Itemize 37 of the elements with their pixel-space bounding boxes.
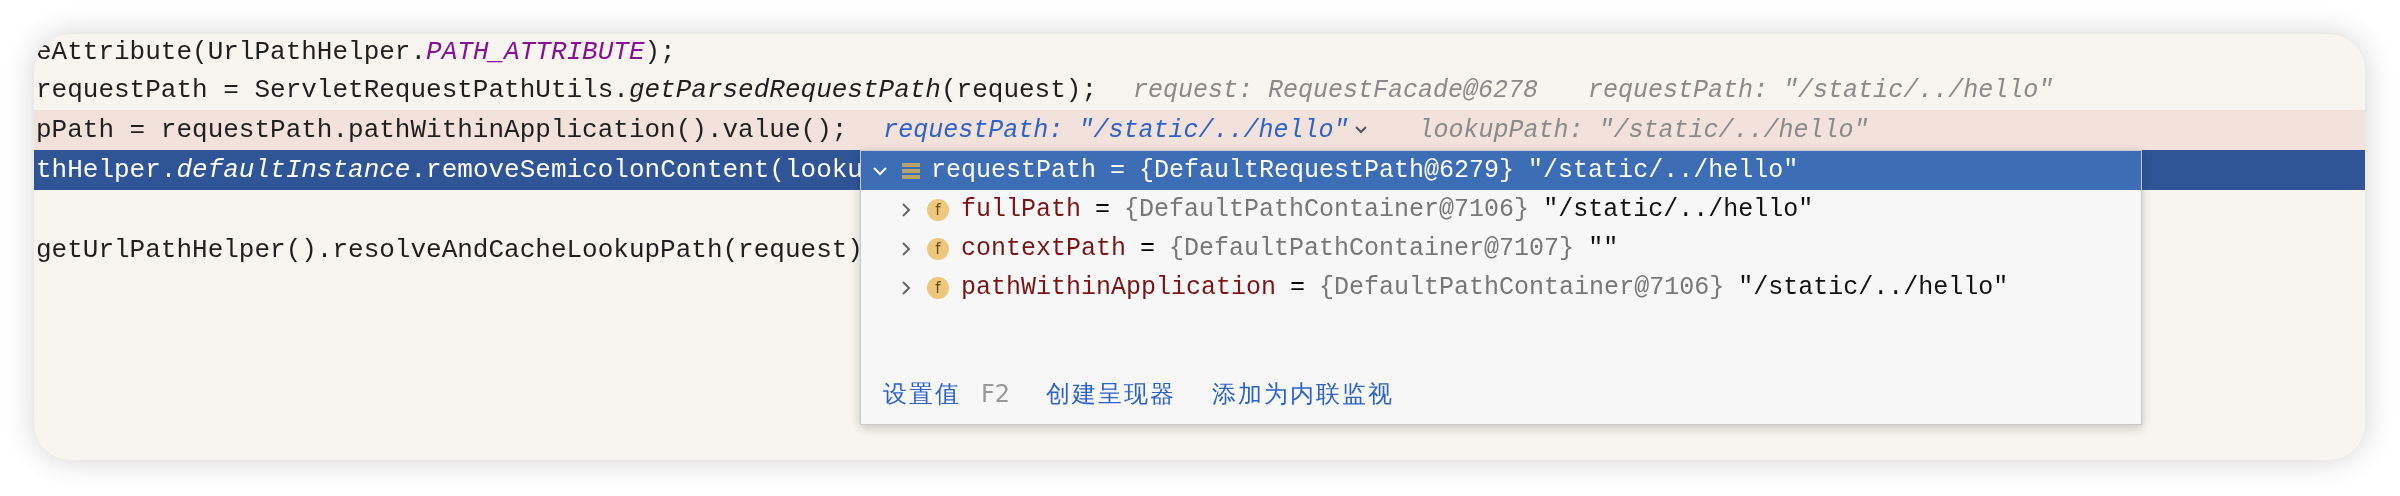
tree-row[interactable]: requestPath = {DefaultRequestPath@6279} "/static/../hello" (861, 151, 2141, 190)
tree-row[interactable]: f fullPath = {DefaultPathContainer@7106} "/static/../hello" (861, 190, 2141, 229)
equals-sign: = (1290, 273, 1306, 302)
value-label: "/static/../hello" (1543, 195, 1814, 224)
field-name: fullPath (961, 195, 1082, 224)
type-label: {DefaultPathContainer@7106} (1124, 195, 1530, 224)
field-name: contextPath (961, 234, 1127, 263)
inline-value-hint: lookupPath: "/static/../hello" (1418, 115, 1869, 145)
tree-row[interactable]: f pathWithinApplication = {DefaultPathContainer@7106} "/static/../hello" (861, 268, 2141, 307)
equals-sign: = (1140, 234, 1156, 263)
equals-sign: = (1095, 195, 1111, 224)
code-line: pPath = requestPath.pathWithinApplication().value(); (35, 115, 848, 145)
shortcut-label: F2 (981, 380, 1011, 408)
action-link[interactable]: 添加为内联监视 (1212, 378, 1395, 410)
type-label: {DefaultPathContainer@7106} (1319, 273, 1725, 302)
inline-value-hint: requestPath: "/static/../hello" (1588, 75, 2054, 105)
code-line: eAttribute(UrlPathHelper.PATH_ATTRIBUTE); (35, 37, 676, 67)
inline-value-link[interactable]: requestPath: "/static/../hello" (883, 115, 1369, 145)
code-line: getUrlPathHelper().resolveAndCacheLookupPath(request) (35, 235, 863, 265)
field-icon: f (927, 198, 949, 221)
action-link[interactable]: 创建呈现器 (1046, 378, 1177, 410)
type-label: {DefaultRequestPath@6279} (1139, 156, 1515, 185)
value-label: "" (1588, 234, 1619, 263)
value-label: "/static/../hello" (1738, 273, 2009, 302)
field-icon: f (927, 237, 949, 260)
field-icon: f (927, 276, 949, 299)
tree-row[interactable]: f contextPath = {DefaultPathContainer@7107} "" (861, 229, 2141, 268)
equals-sign: = (1110, 156, 1126, 185)
object-icon (901, 160, 921, 181)
type-label: {DefaultPathContainer@7107} (1169, 234, 1575, 263)
value-label: "/static/../hello" (1528, 156, 1799, 185)
action-link[interactable]: 设置值 (883, 378, 961, 410)
code-line: requestPath = ServletRequestPathUtils.getParsedRequestPath(request); (35, 75, 1097, 105)
inline-value-hint: request: RequestFacade@6278 (1133, 75, 1539, 105)
variable-name: requestPath (931, 156, 1097, 185)
field-name: pathWithinApplication (961, 273, 1277, 302)
code-line: thHelper.defaultInstance.removeSemicolonContent(looku (35, 155, 863, 185)
